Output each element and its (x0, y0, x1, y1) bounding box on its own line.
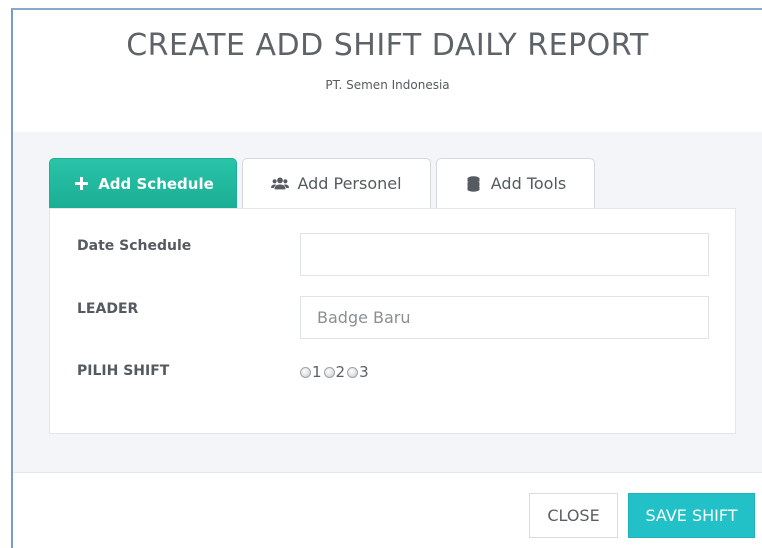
shift-option-label: 1 (312, 363, 322, 381)
tab-label: Add Schedule (98, 174, 214, 193)
shift-radio-group: 1 2 3 (300, 363, 371, 381)
company-name: PT. Semen Indonesia (325, 78, 450, 92)
add-shift-modal: CREATE ADD SHIFT DAILY REPORT PT. Semen … (11, 8, 762, 548)
leader-input[interactable] (300, 296, 709, 339)
add-schedule-panel: Date Schedule LEADER PILIH SHIFT 1 2 3 (49, 208, 736, 434)
shift-option-1[interactable]: 1 (300, 363, 322, 381)
radio-button[interactable] (300, 366, 311, 378)
database-icon (465, 175, 483, 193)
radio-button[interactable] (347, 366, 359, 378)
save-shift-button[interactable]: SAVE SHIFT (628, 493, 755, 538)
tab-label: Add Personel (297, 174, 402, 193)
modal-header: CREATE ADD SHIFT DAILY REPORT PT. Semen … (13, 10, 762, 133)
modal-title: CREATE ADD SHIFT DAILY REPORT (126, 28, 649, 63)
tab-label: Add Tools (490, 174, 567, 193)
shift-label: PILIH SHIFT (77, 363, 170, 379)
shift-option-2[interactable]: 2 (323, 363, 346, 381)
modal-footer: CLOSE SAVE SHIFT (13, 473, 762, 548)
modal-body: Add Schedule Add Personel Add Tools Date… (13, 132, 762, 473)
tab-add-personel[interactable]: Add Personel (242, 158, 431, 208)
date-schedule-label: Date Schedule (77, 238, 192, 254)
leader-label: LEADER (77, 301, 139, 317)
tab-add-tools[interactable]: Add Tools (436, 158, 595, 208)
shift-option-label: 2 (335, 363, 346, 381)
radio-button[interactable] (323, 366, 335, 378)
users-icon (271, 175, 290, 193)
shift-option-3[interactable]: 3 (347, 363, 369, 381)
plus-icon (72, 175, 90, 193)
shift-option-label: 3 (359, 363, 369, 381)
date-schedule-input[interactable] (300, 233, 709, 276)
close-button[interactable]: CLOSE (529, 493, 618, 538)
tab-add-schedule[interactable]: Add Schedule (49, 158, 237, 208)
